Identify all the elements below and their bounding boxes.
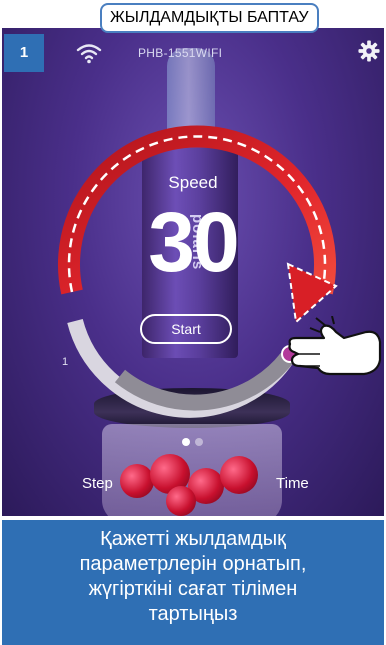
caption-line: параметрлерін орнатып, (79, 553, 307, 575)
step-number-badge: 1 (4, 34, 44, 72)
caption-line: Қажетті жылдамдық (100, 528, 286, 550)
dial-fill (114, 352, 294, 411)
page-indicator (182, 433, 208, 451)
page-title: ЖЫЛДАМДЫҚТЫ БАПТАУ (100, 3, 319, 33)
dial-min-label: 1 (62, 356, 69, 368)
page-dot (195, 438, 203, 446)
tab-step[interactable]: Step (82, 475, 113, 492)
page-dot-active (182, 438, 190, 446)
tab-time[interactable]: Time (276, 475, 309, 492)
instruction-caption: Қажетті жылдамдық параметрлерін орнатып,… (2, 520, 384, 645)
gear-icon[interactable] (358, 40, 380, 62)
speed-value: 30 (148, 195, 239, 289)
hand-pointer-icon (288, 316, 382, 376)
start-button[interactable]: Start (140, 314, 232, 344)
caption-line: тартыңыз (148, 603, 238, 625)
speed-label: Speed (168, 173, 218, 192)
wifi-icon (76, 44, 102, 64)
caption-line: жүгірткіні сағат тілімен (88, 578, 298, 600)
device-name: PHB-1551WIFI (138, 46, 223, 60)
